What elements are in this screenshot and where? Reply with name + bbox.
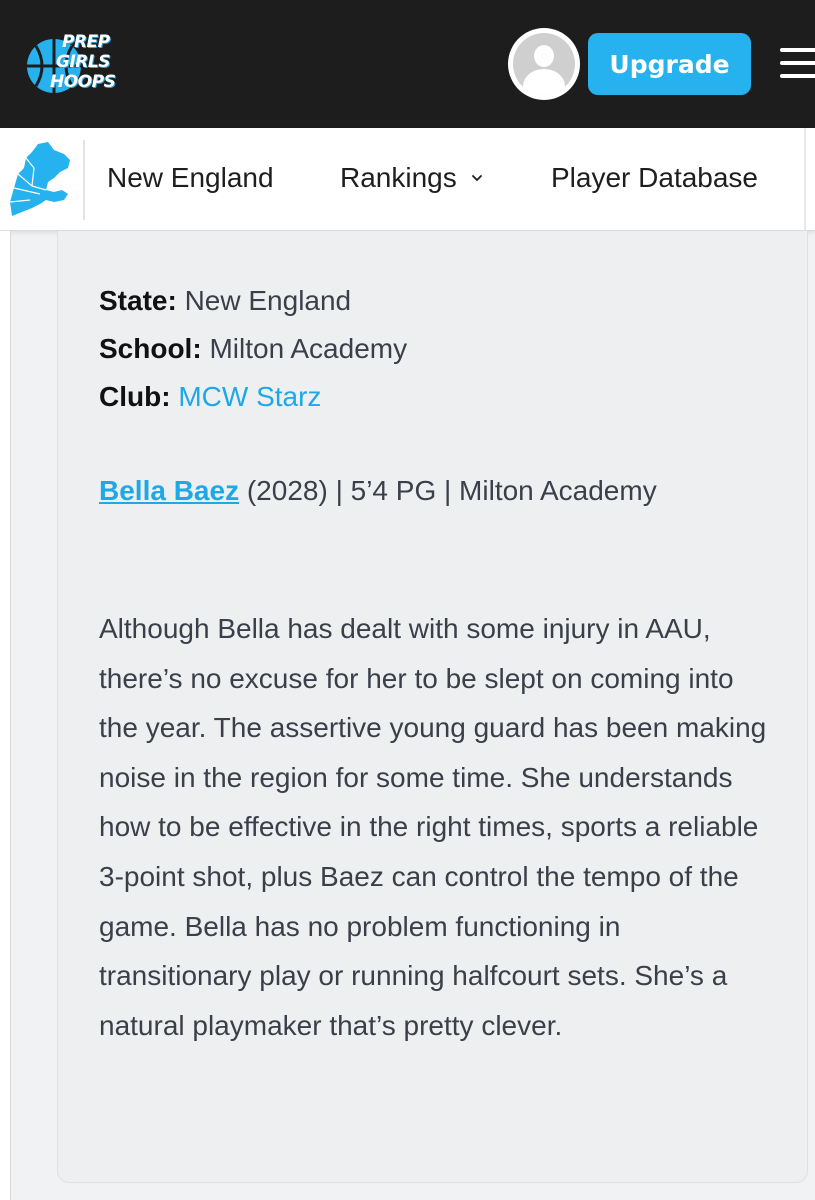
school-info-row: School: Milton Academy <box>99 332 407 366</box>
nav-divider-right <box>804 128 806 231</box>
default-user-avatar-icon <box>513 33 575 95</box>
school-value: Milton Academy <box>209 333 408 364</box>
state-value: New England <box>184 285 352 316</box>
logo-line-prep: PREP <box>62 32 110 52</box>
club-info-row: Club: MCW Starz <box>99 380 321 414</box>
nav-item-player-database[interactable]: Player Database <box>551 162 758 194</box>
user-avatar-button[interactable] <box>508 28 580 100</box>
nav-item-label: Rankings <box>340 162 457 193</box>
state-label: State: <box>99 285 177 316</box>
avatar-shoulders-shape <box>523 69 565 95</box>
player-headline: Bella Baez (2028) | 5’4 PG | Milton Acad… <box>99 466 759 516</box>
logo-line-hoops: HOOPS <box>50 72 116 92</box>
nav-divider <box>83 140 85 220</box>
logo-line-girls: GIRLS <box>56 52 110 72</box>
chevron-down-icon <box>471 175 482 182</box>
player-description: Although Bella has dealt with some injur… <box>99 613 767 1041</box>
left-sidebar-border <box>10 231 11 1200</box>
player-name-link[interactable]: Bella Baez <box>99 475 239 506</box>
state-info-row: State: New England <box>99 284 351 318</box>
prep-girls-hoops-logo[interactable]: PREP GIRLS HOOPS <box>24 26 146 98</box>
hamburger-menu-icon[interactable] <box>780 44 815 82</box>
club-link[interactable]: MCW Starz <box>178 381 321 412</box>
logo-wordmark: PREP GIRLS HOOPS <box>50 32 116 92</box>
new-england-map-icon[interactable] <box>8 142 78 218</box>
nav-item-label: New England <box>107 162 274 193</box>
nav-item-label: Player Database <box>551 162 759 193</box>
left-sidebar-strip <box>0 231 10 1200</box>
player-details: (2028) | 5’4 PG | Milton Academy <box>239 475 657 506</box>
upgrade-button[interactable]: Upgrade <box>588 33 751 95</box>
nav-item-rankings[interactable]: Rankings <box>340 162 483 194</box>
club-label: Club: <box>99 381 171 412</box>
nav-item-new-england[interactable]: New England <box>107 162 274 194</box>
avatar-head-shape <box>534 45 554 67</box>
region-nav-bar: New England Rankings Player Database <box>0 128 815 231</box>
school-label: School: <box>99 333 202 364</box>
top-header: PREP GIRLS HOOPS Upgrade <box>0 0 815 128</box>
